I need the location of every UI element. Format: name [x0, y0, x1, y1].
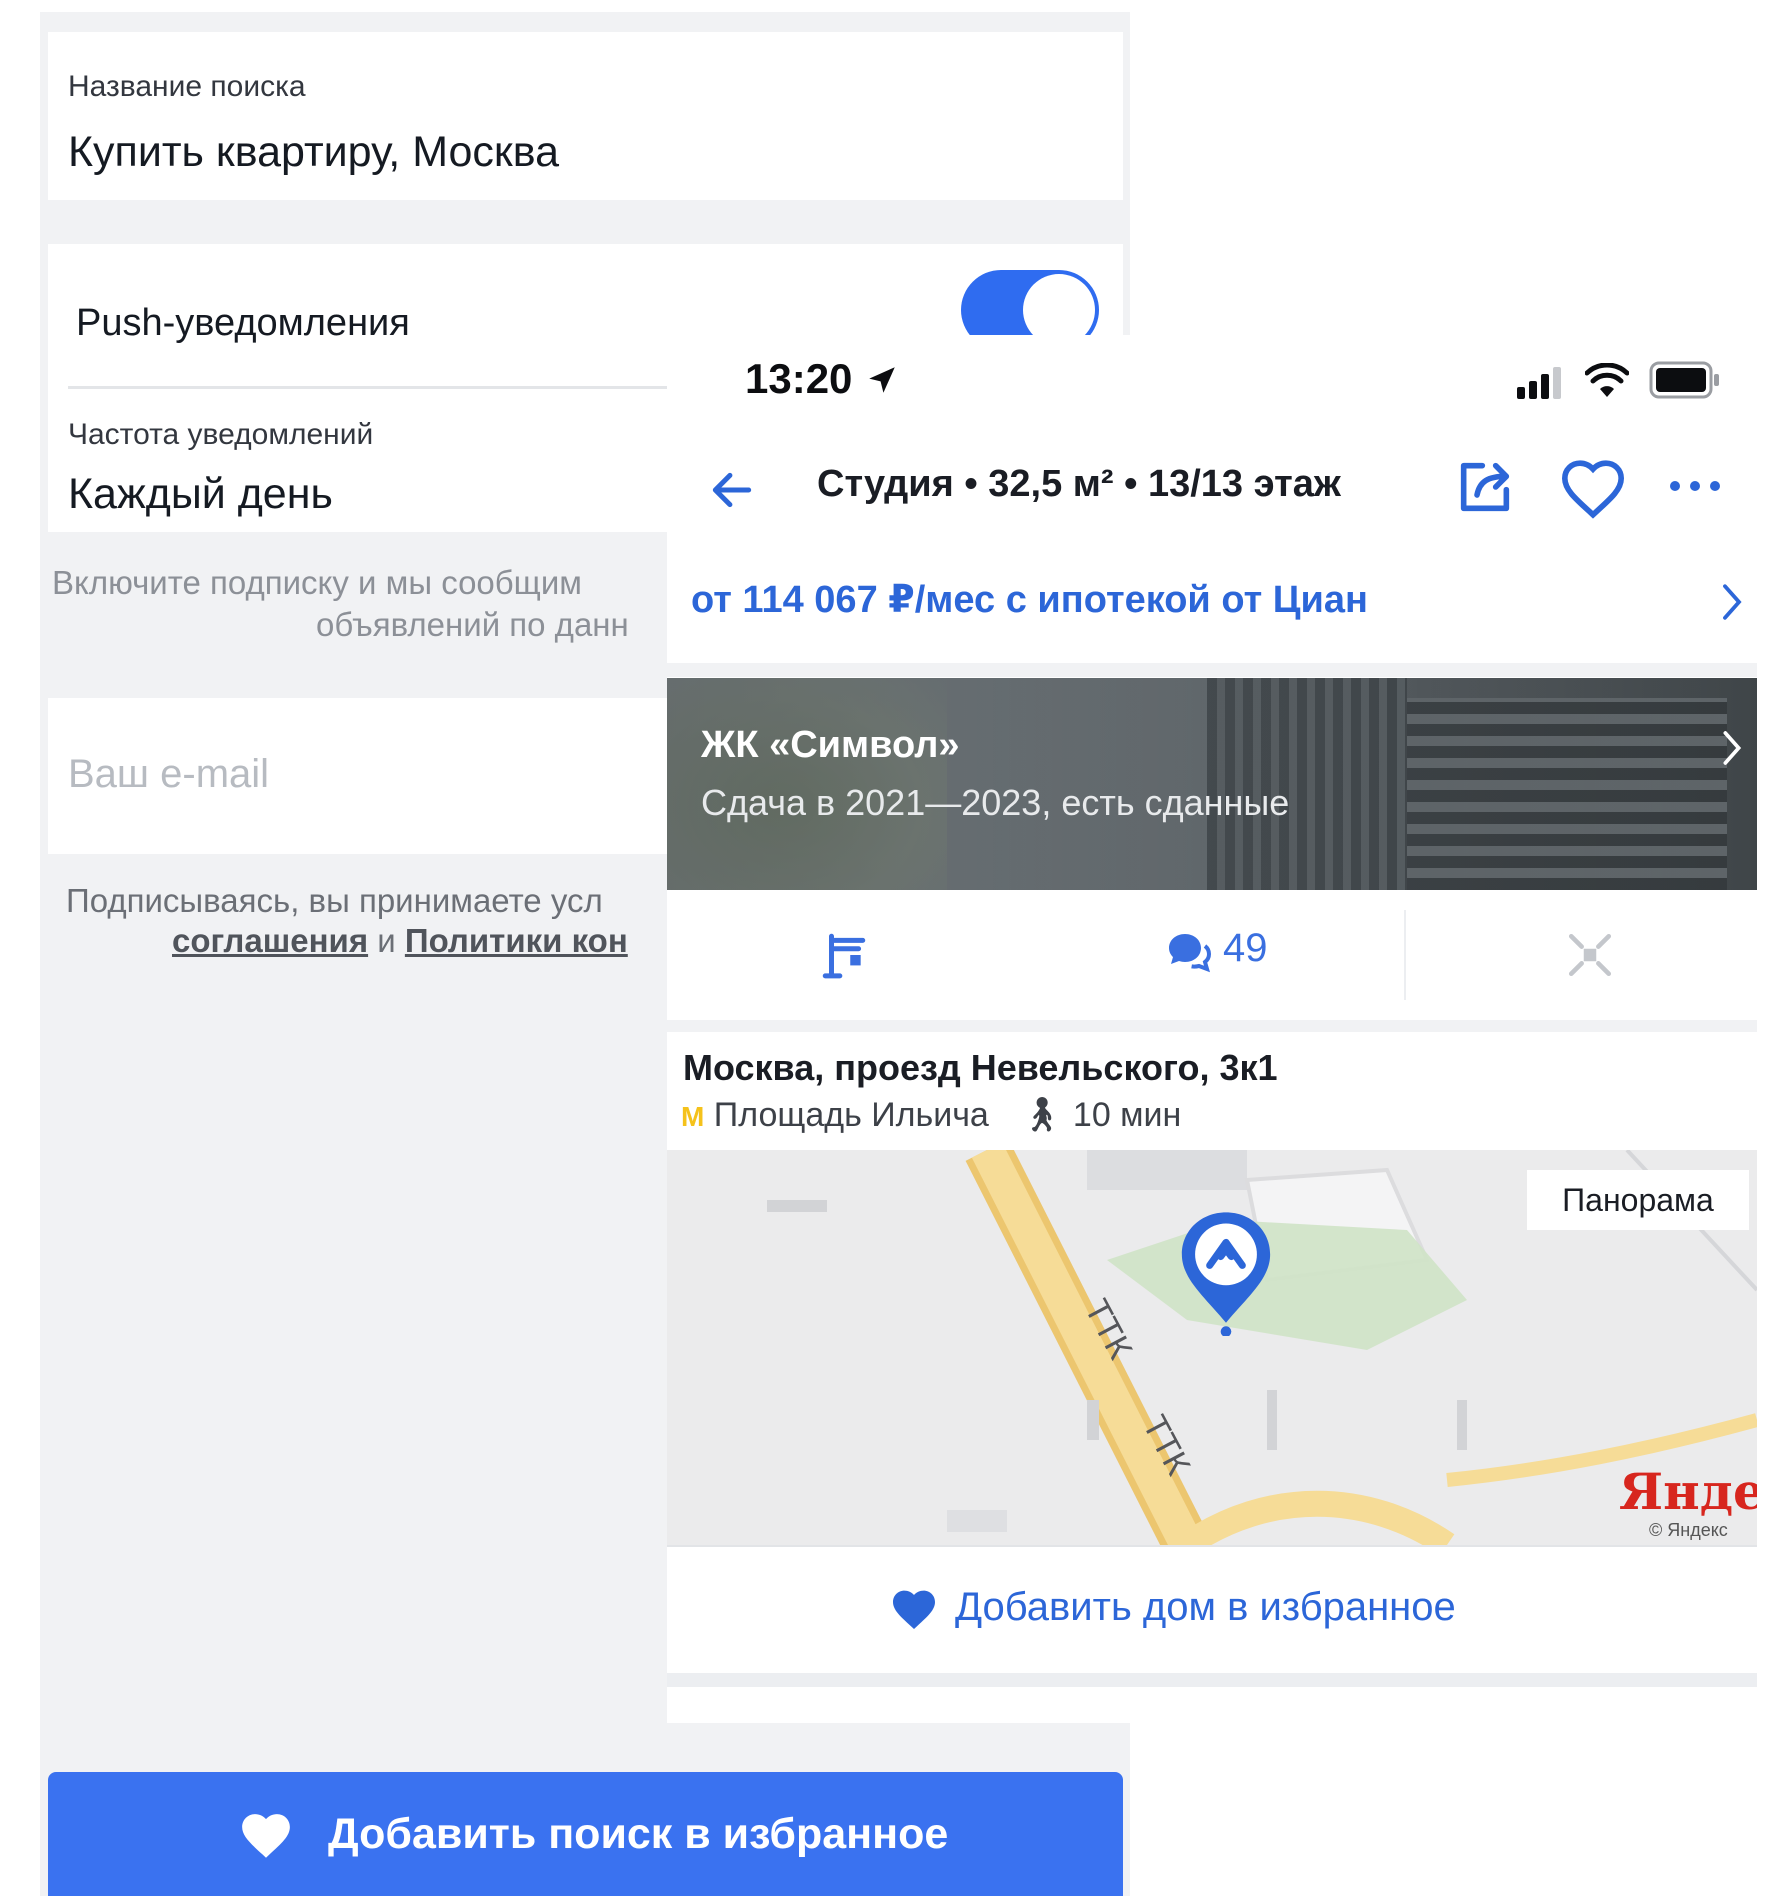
- subscription-hint-line1: Включите подписку и мы сообщим: [52, 564, 582, 601]
- add-house-to-favorites-button[interactable]: Добавить дом в избранное: [667, 1545, 1757, 1675]
- push-label: Push-уведомления: [76, 302, 410, 344]
- heart-icon: [893, 1590, 935, 1629]
- map-pin-icon[interactable]: [1173, 1208, 1279, 1336]
- section-divider: [667, 663, 1757, 677]
- heart-icon: [242, 1814, 290, 1858]
- construction-crane-icon[interactable]: [819, 930, 869, 980]
- panorama-button[interactable]: Панорама: [1527, 1170, 1749, 1230]
- terms-line1: Подписываясь, вы принимаете усл: [66, 882, 603, 919]
- comments-count[interactable]: 49: [1223, 926, 1268, 971]
- location-map[interactable]: ТТК ТТК Панорама Яндекс © Яндекс: [667, 1150, 1757, 1545]
- mortgage-offer-link[interactable]: от 114 067 ₽/мес с ипотекой от Циан: [691, 577, 1368, 622]
- favorite-heart-icon[interactable]: [1559, 457, 1627, 519]
- map-copyright: © Яндекс: [1649, 1520, 1728, 1540]
- section-divider: [667, 1673, 1757, 1687]
- terms-line2: соглашения и Политики кон: [172, 922, 628, 960]
- chevron-right-icon[interactable]: [1717, 581, 1747, 623]
- status-time: 13:20: [745, 355, 853, 402]
- walking-person-icon: 🚶︎: [1020, 1096, 1064, 1134]
- search-name-field[interactable]: Название поиска Купить квартиру, Москва: [48, 32, 1123, 200]
- complex-subtitle: Сдача в 2021—2023, есть сданные: [701, 782, 1290, 823]
- frequency-label: Частота уведомлений: [68, 418, 374, 451]
- fullscreen-icon[interactable]: [1565, 930, 1615, 980]
- share-icon[interactable]: [1453, 455, 1517, 519]
- subscription-hint-line2: объявлений по данн: [316, 606, 629, 643]
- add-search-label: Добавить поиск в избранное: [328, 1810, 949, 1858]
- metro-info: М Площадь Ильича 🚶︎ 10 мин: [681, 1095, 1181, 1135]
- terms-privacy-link[interactable]: Политики кон: [405, 922, 628, 959]
- back-arrow-icon[interactable]: [707, 465, 757, 515]
- battery-icon: [1649, 361, 1719, 399]
- add-search-to-favorites-button[interactable]: Добавить поиск в избранное: [48, 1772, 1123, 1896]
- complex-title: ЖК «Символ»: [701, 724, 960, 766]
- search-name-value[interactable]: Купить квартиру, Москва: [68, 128, 559, 177]
- listing-title: Студия • 32,5 м² • 13/13 этаж: [817, 463, 1341, 505]
- add-house-label: Добавить дом в избранное: [955, 1585, 1456, 1629]
- residential-complex-banner[interactable]: ЖК «Символ» Сдача в 2021—2023, есть сдан…: [667, 678, 1757, 890]
- frequency-value[interactable]: Каждый день: [68, 470, 333, 519]
- listing-address: Москва, проезд Невельского, 3к1: [683, 1047, 1278, 1088]
- comments-icon[interactable]: [1165, 930, 1213, 974]
- listing-actions-row: 49: [667, 890, 1757, 1020]
- search-name-label: Название поиска: [68, 70, 306, 103]
- terms-and: и: [377, 922, 396, 959]
- yandex-logo: Яндекс: [1619, 1462, 1757, 1521]
- terms-agreement-link[interactable]: соглашения: [172, 922, 368, 959]
- metro-station: Площадь Ильича: [713, 1096, 989, 1134]
- section-divider: [667, 1020, 1757, 1032]
- cellular-signal-icon: [1517, 367, 1561, 399]
- more-options-icon[interactable]: [1667, 475, 1723, 497]
- listing-screen: 13:20 Студия • 32,5 м² • 13/13 этаж от 1…: [667, 335, 1757, 1723]
- metro-icon: М: [681, 1101, 705, 1132]
- chevron-right-icon: [1723, 731, 1742, 765]
- divider: [1404, 910, 1406, 1000]
- walk-time: 10 мин: [1072, 1096, 1182, 1134]
- email-placeholder: Ваш e-mail: [68, 752, 270, 796]
- wifi-icon: [1585, 363, 1629, 397]
- location-arrow-icon: [869, 367, 895, 393]
